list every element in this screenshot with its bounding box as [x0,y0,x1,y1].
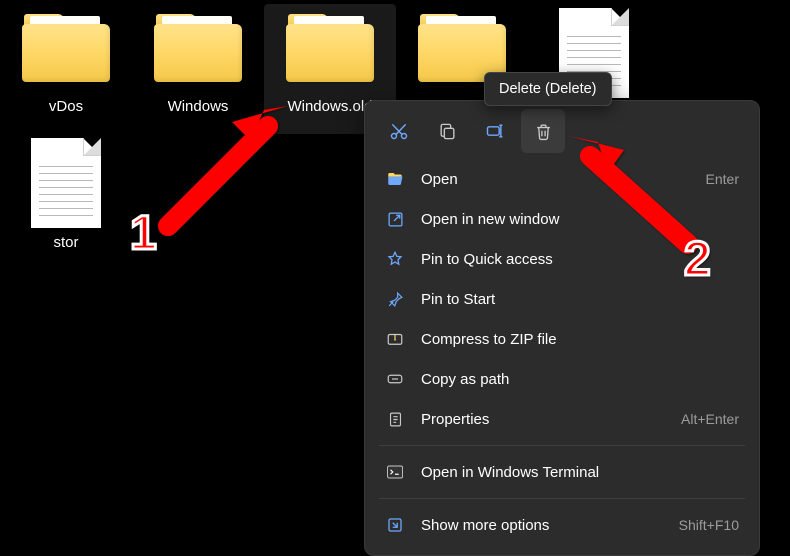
menu-label: Show more options [421,517,663,534]
menu-label: Copy as path [421,371,739,388]
menu-open-terminal[interactable]: Open in Windows Terminal [371,452,753,492]
open-folder-icon [385,169,405,189]
item-label: Windows [168,98,229,115]
menu-shortcut: Alt+Enter [681,411,739,427]
cut-button[interactable] [377,109,421,153]
menu-properties[interactable]: Properties Alt+Enter [371,399,753,439]
menu-label: Pin to Start [421,291,739,308]
item-vdos[interactable]: vDos [0,4,132,134]
menu-divider [379,498,745,499]
pin-icon [385,289,405,309]
item-file-2[interactable]: stor [0,134,132,264]
delete-tooltip: Delete (Delete) [484,72,612,106]
context-menu-toolbar [371,109,753,157]
annotation-label-1: 1 [130,206,157,261]
show-more-icon [385,515,405,535]
textfile-icon [31,138,101,228]
menu-show-more[interactable]: Show more options Shift+F10 [371,505,753,545]
star-icon [385,249,405,269]
menu-compress-zip[interactable]: Compress to ZIP file [371,319,753,359]
context-menu-list: Open Enter Open in new window Pin to Qui… [371,157,753,547]
menu-shortcut: Shift+F10 [679,517,739,533]
annotation-label-2: 2 [684,232,711,287]
menu-label: Open [421,171,690,188]
item-label: vDos [49,98,83,115]
menu-label: Properties [421,411,665,428]
menu-copy-path[interactable]: Copy as path [371,359,753,399]
item-label: stor [53,234,78,251]
menu-open[interactable]: Open Enter [371,159,753,199]
copy-button[interactable] [425,109,469,153]
context-menu: Open Enter Open in new window Pin to Qui… [364,100,760,556]
copy-path-icon [385,369,405,389]
menu-label: Open in Windows Terminal [421,464,739,481]
menu-shortcut: Enter [706,171,739,187]
zip-icon [385,329,405,349]
menu-divider [379,445,745,446]
item-label: Windows.old [287,98,372,115]
delete-button[interactable] [521,109,565,153]
folder-icon [286,12,374,84]
folder-icon [22,12,110,84]
properties-icon [385,409,405,429]
folder-icon [154,12,242,84]
new-window-icon [385,209,405,229]
terminal-icon [385,462,405,482]
menu-label: Open in new window [421,211,739,228]
menu-label: Compress to ZIP file [421,331,739,348]
item-windows[interactable]: Windows [132,4,264,134]
rename-button[interactable] [473,109,517,153]
